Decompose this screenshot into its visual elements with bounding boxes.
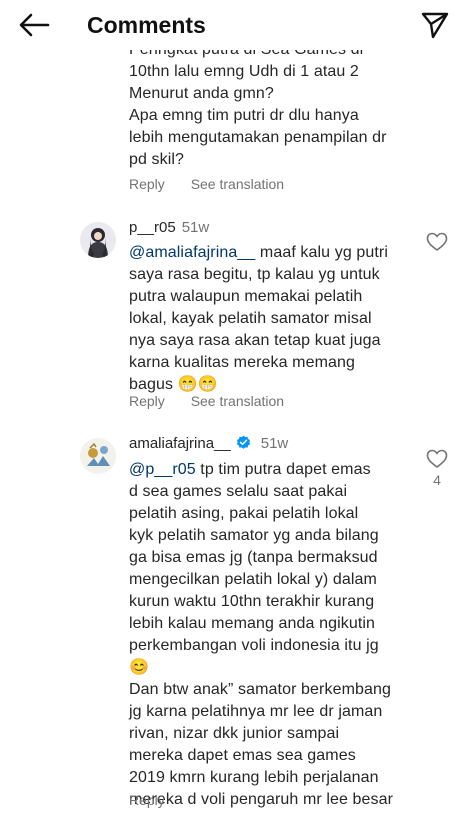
comment-line: lebih kalau memang anda ngikutin bbox=[129, 615, 376, 632]
comment-line: kurun waktu 10thn terakhir kurang bbox=[129, 593, 375, 610]
comment-3-actions: Reply bbox=[129, 791, 187, 809]
comment-line: d sea games selalu saat pakai bbox=[129, 483, 348, 500]
comment-line: rivan, nizar dkk junior sampai bbox=[129, 725, 340, 742]
see-translation-button[interactable]: See translation bbox=[191, 393, 284, 409]
comment-3-header: amaliafajrina__ 51w bbox=[129, 434, 288, 454]
comment-line: Menurut anda gmn? bbox=[129, 85, 274, 102]
comment-2-header: p__r05 51w bbox=[129, 218, 209, 238]
comment-line: pd skil? bbox=[129, 151, 185, 168]
username[interactable]: p__r05 bbox=[129, 219, 176, 236]
comment-line: lebih mengutamakan penampilan dr bbox=[129, 129, 387, 146]
comment-line: Apa emng tim putri dr dlu hanya bbox=[129, 107, 359, 124]
send-icon[interactable] bbox=[420, 10, 450, 40]
comment-line-rest: maaf kalu yg putri bbox=[255, 244, 388, 261]
page-title: Comments bbox=[87, 12, 206, 38]
comment-line: nya saya rasa akan tetap kuat juga bbox=[129, 332, 381, 349]
comment-line: 😊 bbox=[129, 659, 150, 676]
comment-line: kyk pelatih samator yg anda bilang bbox=[129, 527, 379, 544]
comment-2-actions: Reply See translation bbox=[129, 392, 306, 410]
comment-line: saya rasa begitu, tp kalau yg untuk bbox=[129, 266, 380, 283]
comment-line: pelatih asing, pakai pelatih lokal bbox=[129, 505, 359, 522]
mention-link[interactable]: @amaliafajrina__ bbox=[129, 244, 255, 261]
comment-line: karna kualitas mereka memang bbox=[129, 354, 356, 371]
mention-link[interactable]: @p__r05 bbox=[129, 461, 196, 478]
comment-line: jg karna pelatihnya mr lee dr jaman bbox=[129, 703, 383, 720]
comment-line-rest: tp tim putra dapet emas bbox=[195, 461, 371, 478]
comment-1-text: Peringkat putra di Sea Games dr 10thn la… bbox=[129, 39, 434, 171]
reply-button[interactable]: Reply bbox=[129, 393, 165, 409]
comment-line: perkembangan voli indonesia itu jg bbox=[129, 637, 379, 654]
comment-line: lokal, kayak pelatih samator misal bbox=[129, 310, 372, 327]
avatar[interactable] bbox=[80, 438, 116, 474]
comment-line: mengecilkan pelatih lokal y) dalam bbox=[129, 571, 377, 588]
comment-line: @p__r05 tp tim putra dapet emas bbox=[129, 459, 434, 481]
username[interactable]: amaliafajrina__ bbox=[129, 435, 231, 452]
timestamp: 51w bbox=[181, 219, 210, 236]
comment-line: 10thn lalu emng Udh di 1 atau 2 bbox=[129, 63, 359, 80]
comment-line: @amaliafajrina__ maaf kalu yg putri bbox=[129, 242, 434, 264]
header-bar: Comments bbox=[0, 0, 474, 50]
comment-2-text: @amaliafajrina__ maaf kalu yg putri saya… bbox=[129, 242, 434, 396]
comment-line: putra walaupun memakai pelatih bbox=[129, 288, 363, 305]
comment-1-actions: Reply See translation bbox=[129, 175, 306, 193]
comment-line: 2019 kmrn kurang lebih perjalanan bbox=[129, 769, 379, 786]
comment-line: Dan btw anak” samator berkembang bbox=[129, 681, 391, 698]
avatar[interactable] bbox=[80, 222, 116, 258]
verified-badge-icon bbox=[236, 435, 250, 449]
arrow-left-icon[interactable] bbox=[18, 12, 50, 38]
comment-line: mereka dapet emas sea games bbox=[129, 747, 356, 764]
see-translation-button[interactable]: See translation bbox=[191, 176, 284, 192]
reply-button[interactable]: Reply bbox=[129, 792, 165, 808]
comment-3-text: @p__r05 tp tim putra dapet emas d sea ga… bbox=[129, 459, 434, 811]
reply-button[interactable]: Reply bbox=[129, 176, 165, 192]
comment-line: ga bisa emas jg (tanpa bermaksud bbox=[129, 549, 378, 566]
timestamp: 51w bbox=[260, 435, 289, 452]
